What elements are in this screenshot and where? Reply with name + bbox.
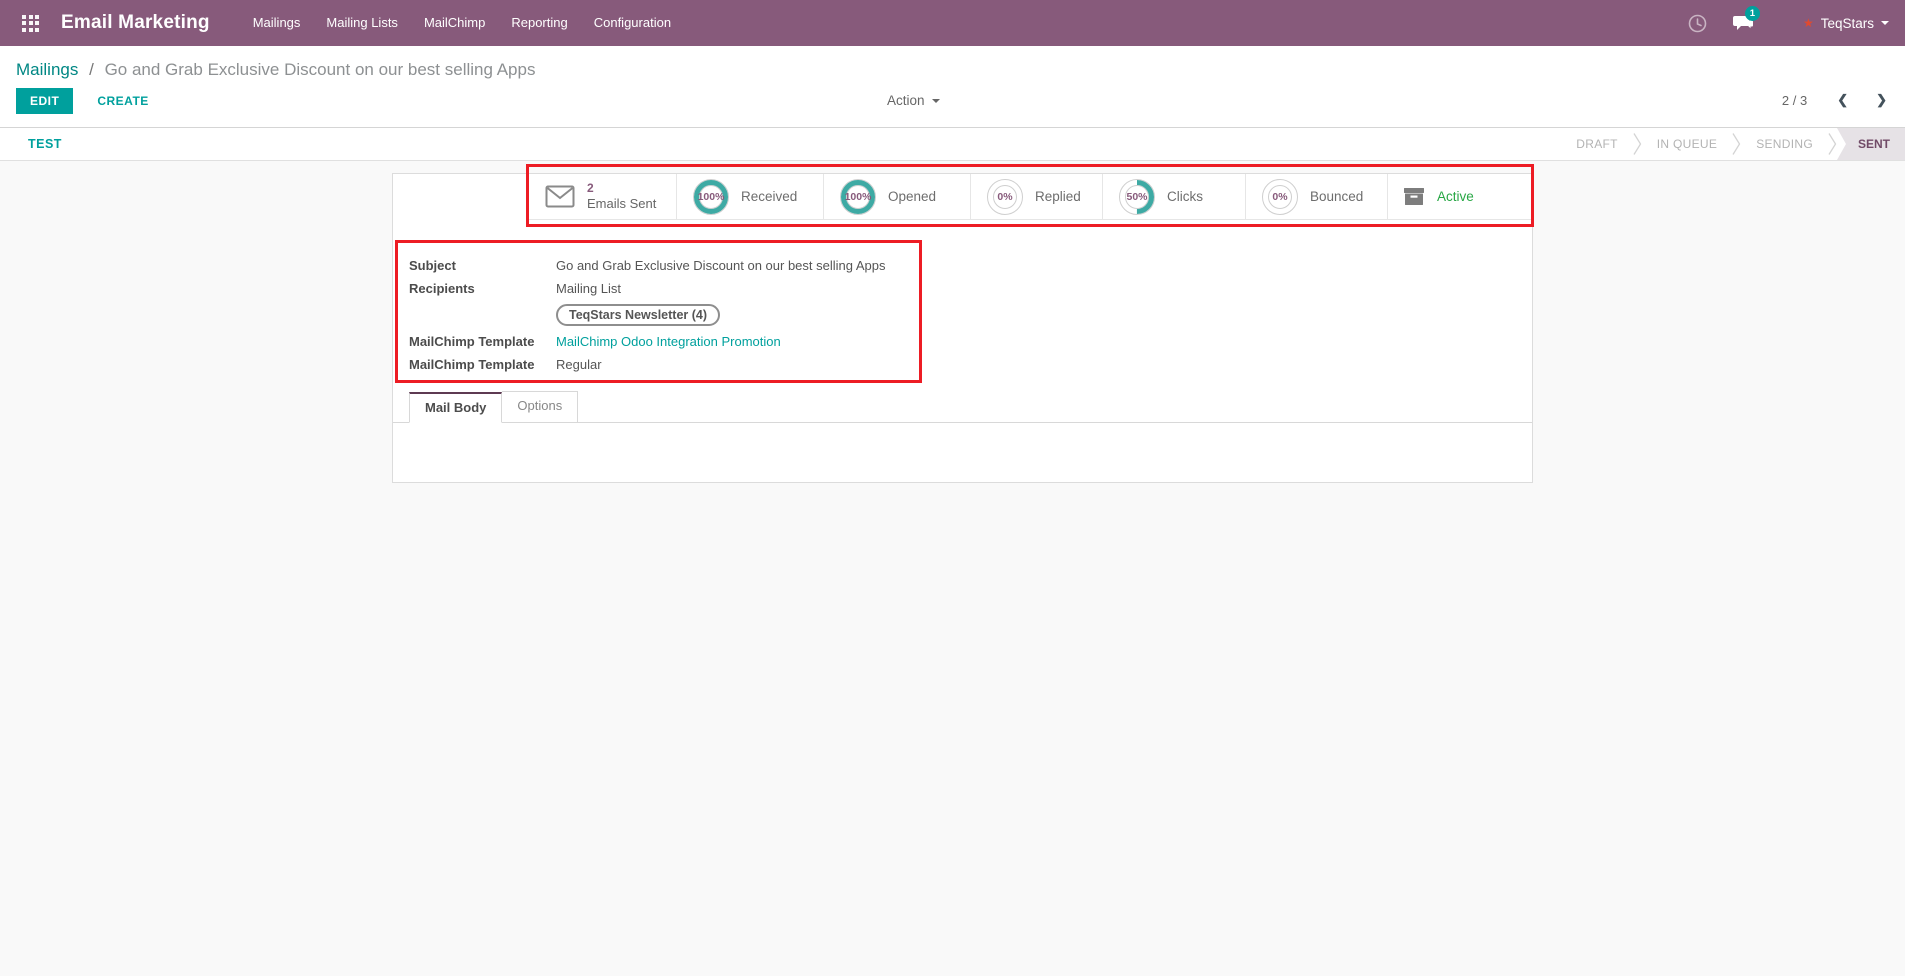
nav-item-mailing-lists[interactable]: Mailing Lists — [313, 0, 411, 46]
chevron-right-icon — [1732, 128, 1741, 160]
recipients-label: Recipients — [409, 281, 556, 296]
form-fields: Subject Go and Grab Exclusive Discount o… — [409, 258, 929, 380]
stat-button-received[interactable]: 100% Received — [676, 174, 823, 219]
company-logo-icon: ★ — [1803, 16, 1814, 30]
stat-button-emails-sent[interactable]: 2 Emails Sent — [528, 174, 676, 219]
received-percent: 100% — [692, 178, 730, 216]
form-statusbar: TEST DRAFT IN QUEUE SENDING SENT — [0, 128, 1905, 161]
mailchimp-template-field-row: MailChimp Template MailChimp Odoo Integr… — [409, 334, 929, 351]
chevron-down-icon — [932, 99, 940, 103]
opened-percent: 100% — [839, 178, 877, 216]
nav-item-mailchimp[interactable]: MailChimp — [411, 0, 498, 46]
email-marketing-page: Email Marketing Mailings Mailing Lists M… — [0, 0, 1905, 976]
bounced-gauge-icon: 0% — [1261, 178, 1299, 216]
replied-label: Replied — [1035, 189, 1081, 204]
clicks-label: Clicks — [1167, 189, 1203, 204]
nav-item-mailings[interactable]: Mailings — [240, 0, 314, 46]
mailchimp-template-label: MailChimp Template — [409, 334, 556, 349]
control-panel-buttons: EDIT CREATE — [16, 88, 149, 114]
messages-count-badge: 1 — [1745, 6, 1760, 21]
apps-grid-icon[interactable] — [22, 15, 39, 32]
status-steps: DRAFT IN QUEUE SENDING SENT — [1561, 128, 1905, 160]
stat-button-replied[interactable]: 0% Replied — [970, 174, 1102, 219]
nav-item-configuration[interactable]: Configuration — [581, 0, 684, 46]
tab-options[interactable]: Options — [502, 391, 578, 422]
emails-sent-value: 2 — [587, 181, 656, 196]
test-button[interactable]: TEST — [28, 128, 62, 160]
breadcrumb-current-title: Go and Grab Exclusive Discount on our be… — [105, 60, 536, 79]
opened-gauge-icon: 100% — [839, 178, 877, 216]
subject-field-row: Subject Go and Grab Exclusive Discount o… — [409, 258, 929, 275]
chevron-right-icon — [1828, 128, 1837, 160]
clicks-percent: 50% — [1118, 178, 1156, 216]
tab-mail-body[interactable]: Mail Body — [409, 392, 502, 423]
control-panel: Mailings / Go and Grab Exclusive Discoun… — [0, 46, 1905, 128]
mailchimp-template-type-value: Regular — [556, 357, 602, 372]
archive-icon — [1403, 187, 1425, 206]
replied-gauge-icon: 0% — [986, 178, 1024, 216]
messages-icon[interactable]: 1 — [1733, 14, 1755, 32]
stat-button-active[interactable]: Active — [1387, 174, 1532, 219]
action-dropdown[interactable]: Action — [887, 93, 940, 108]
stat-buttons-row: 2 Emails Sent 100% Received — [528, 174, 1532, 220]
notebook: Mail Body Options — [393, 392, 1532, 482]
envelope-icon — [545, 185, 575, 208]
pager-value[interactable]: 2 / 3 — [1782, 93, 1807, 108]
stat-button-bounced[interactable]: 0% Bounced — [1245, 174, 1387, 219]
stat-button-clicks[interactable]: 50% Clicks — [1102, 174, 1245, 219]
create-button[interactable]: CREATE — [97, 94, 148, 108]
opened-label: Opened — [888, 189, 936, 204]
status-step-draft[interactable]: DRAFT — [1561, 128, 1633, 160]
bounced-percent: 0% — [1261, 178, 1299, 216]
edit-button[interactable]: EDIT — [16, 88, 73, 114]
status-step-sending[interactable]: SENDING — [1741, 128, 1828, 160]
active-label: Active — [1437, 189, 1474, 204]
pager-previous-icon[interactable]: ❮ — [1833, 92, 1852, 108]
mailing-list-tag-row: TeqStars Newsletter (4) — [409, 304, 929, 326]
user-name: TeqStars — [1821, 16, 1874, 31]
mailchimp-template-type-label: MailChimp Template — [409, 357, 556, 372]
navbar-right: 1 ★ TeqStars — [1662, 14, 1889, 33]
nav-item-reporting[interactable]: Reporting — [498, 0, 580, 46]
subject-value: Go and Grab Exclusive Discount on our be… — [556, 258, 886, 273]
mail-body-pane — [393, 423, 1532, 482]
activities-clock-icon[interactable] — [1688, 14, 1707, 33]
chevron-down-icon — [1881, 21, 1889, 25]
received-label: Received — [741, 189, 797, 204]
mailchimp-template-type-row: MailChimp Template Regular — [409, 357, 929, 374]
status-step-in-queue[interactable]: IN QUEUE — [1642, 128, 1732, 160]
replied-percent: 0% — [986, 178, 1024, 216]
breadcrumb-separator: / — [89, 60, 94, 79]
subject-label: Subject — [409, 258, 556, 273]
top-navbar: Email Marketing Mailings Mailing Lists M… — [0, 0, 1905, 46]
breadcrumb: Mailings / Go and Grab Exclusive Discoun… — [16, 60, 535, 80]
clicks-gauge-icon: 50% — [1118, 178, 1156, 216]
stat-button-opened[interactable]: 100% Opened — [823, 174, 970, 219]
recipients-field-row: Recipients Mailing List — [409, 281, 929, 298]
breadcrumb-mailings-link[interactable]: Mailings — [16, 60, 78, 79]
emails-sent-label: Emails Sent — [587, 196, 656, 212]
mailing-list-tag: TeqStars Newsletter (4) — [556, 304, 720, 326]
pager: 2 / 3 ❮ ❯ — [1782, 92, 1891, 108]
mailchimp-template-link[interactable]: MailChimp Odoo Integration Promotion — [556, 334, 781, 349]
status-step-sent-active[interactable]: SENT — [1837, 128, 1905, 160]
bounced-label: Bounced — [1310, 189, 1363, 204]
chevron-right-icon — [1633, 128, 1642, 160]
action-dropdown-label: Action — [887, 93, 925, 108]
tab-bar: Mail Body Options — [393, 392, 1532, 423]
recipients-value: Mailing List — [556, 281, 621, 296]
app-title[interactable]: Email Marketing — [61, 12, 210, 34]
form-sheet: 2 Emails Sent 100% Received — [392, 173, 1533, 483]
received-gauge-icon: 100% — [692, 178, 730, 216]
content-area: 2 Emails Sent 100% Received — [0, 161, 1905, 976]
user-menu[interactable]: ★ TeqStars — [1803, 16, 1889, 31]
pager-next-icon[interactable]: ❯ — [1872, 92, 1891, 108]
